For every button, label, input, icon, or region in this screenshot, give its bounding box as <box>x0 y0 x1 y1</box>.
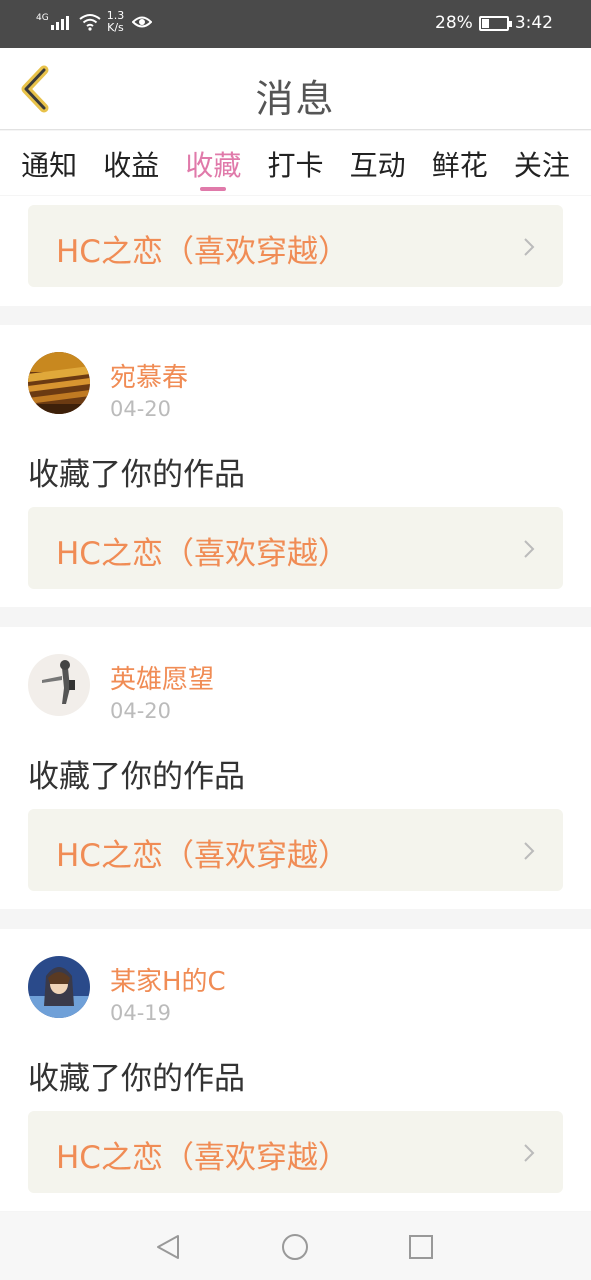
chevron-right-icon <box>524 1144 535 1162</box>
date: 04-20 <box>110 699 172 723</box>
work-title: HC之恋（喜欢穿越） <box>56 234 349 270</box>
chevron-right-icon <box>524 842 535 860</box>
username[interactable]: 英雄愿望 <box>110 659 214 696</box>
work-link[interactable]: HC之恋（喜欢穿越） <box>28 809 563 891</box>
header: 消息 <box>0 48 591 130</box>
notification-card: 宛慕春 04-20 收藏了你的作品 HC之恋（喜欢穿越） <box>0 325 591 607</box>
tab-bar: 通知 收益 收藏 打卡 互动 鲜花 关注 <box>0 131 591 195</box>
battery-percent: 28% <box>435 13 473 33</box>
date: 04-20 <box>110 397 172 421</box>
avatar[interactable] <box>28 956 90 1018</box>
clock: 3:42 <box>514 13 553 33</box>
eye-comfort-icon <box>132 16 153 28</box>
tab-earnings[interactable]: 收益 <box>103 131 159 195</box>
system-nav-bar <box>0 1212 591 1280</box>
chevron-right-icon <box>524 540 535 558</box>
battery-icon <box>478 15 512 31</box>
notification-card-partial: HC之恋（喜欢穿越） <box>0 196 591 306</box>
work-link[interactable]: HC之恋（喜欢穿越） <box>28 507 563 589</box>
work-link[interactable]: HC之恋（喜欢穿越） <box>28 205 563 287</box>
notification-card: 英雄愿望 04-20 收藏了你的作品 HC之恋（喜欢穿越） <box>0 627 591 909</box>
username[interactable]: 宛慕春 <box>110 357 188 394</box>
avatar[interactable] <box>28 352 90 414</box>
tab-follows[interactable]: 关注 <box>514 131 570 195</box>
recents-square-icon[interactable] <box>406 1232 436 1262</box>
home-circle-icon[interactable] <box>280 1232 310 1262</box>
notification-card: 某家H的C 04-19 收藏了你的作品 HC之恋（喜欢穿越） <box>0 929 591 1211</box>
tab-favorites[interactable]: 收藏 <box>185 131 241 195</box>
work-title: HC之恋（喜欢穿越） <box>56 1140 349 1176</box>
network-type: 4G <box>36 12 49 23</box>
action-text: 收藏了你的作品 <box>28 1061 245 1097</box>
back-triangle-icon[interactable] <box>154 1232 184 1262</box>
speed-unit: K/s <box>107 21 124 34</box>
work-link[interactable]: HC之恋（喜欢穿越） <box>28 1111 563 1193</box>
chevron-right-icon <box>524 238 535 256</box>
action-text: 收藏了你的作品 <box>28 457 245 493</box>
date: 04-19 <box>110 1001 172 1025</box>
status-bar: 4G 1.3 K/s 28% 3:42 <box>0 0 591 48</box>
work-title: HC之恋（喜欢穿越） <box>56 838 349 874</box>
work-title: HC之恋（喜欢穿越） <box>56 536 349 572</box>
tab-flowers[interactable]: 鲜花 <box>432 131 488 195</box>
signal-icon <box>50 14 71 30</box>
wifi-icon <box>79 14 101 31</box>
username[interactable]: 某家H的C <box>110 961 226 998</box>
avatar[interactable] <box>28 654 90 716</box>
tab-notifications[interactable]: 通知 <box>21 131 77 195</box>
network-speed: 1.3 K/s <box>107 10 125 34</box>
tab-checkin[interactable]: 打卡 <box>267 131 323 195</box>
action-text: 收藏了你的作品 <box>28 759 245 795</box>
tab-interactions[interactable]: 互动 <box>350 131 406 195</box>
page-title: 消息 <box>255 77 336 121</box>
